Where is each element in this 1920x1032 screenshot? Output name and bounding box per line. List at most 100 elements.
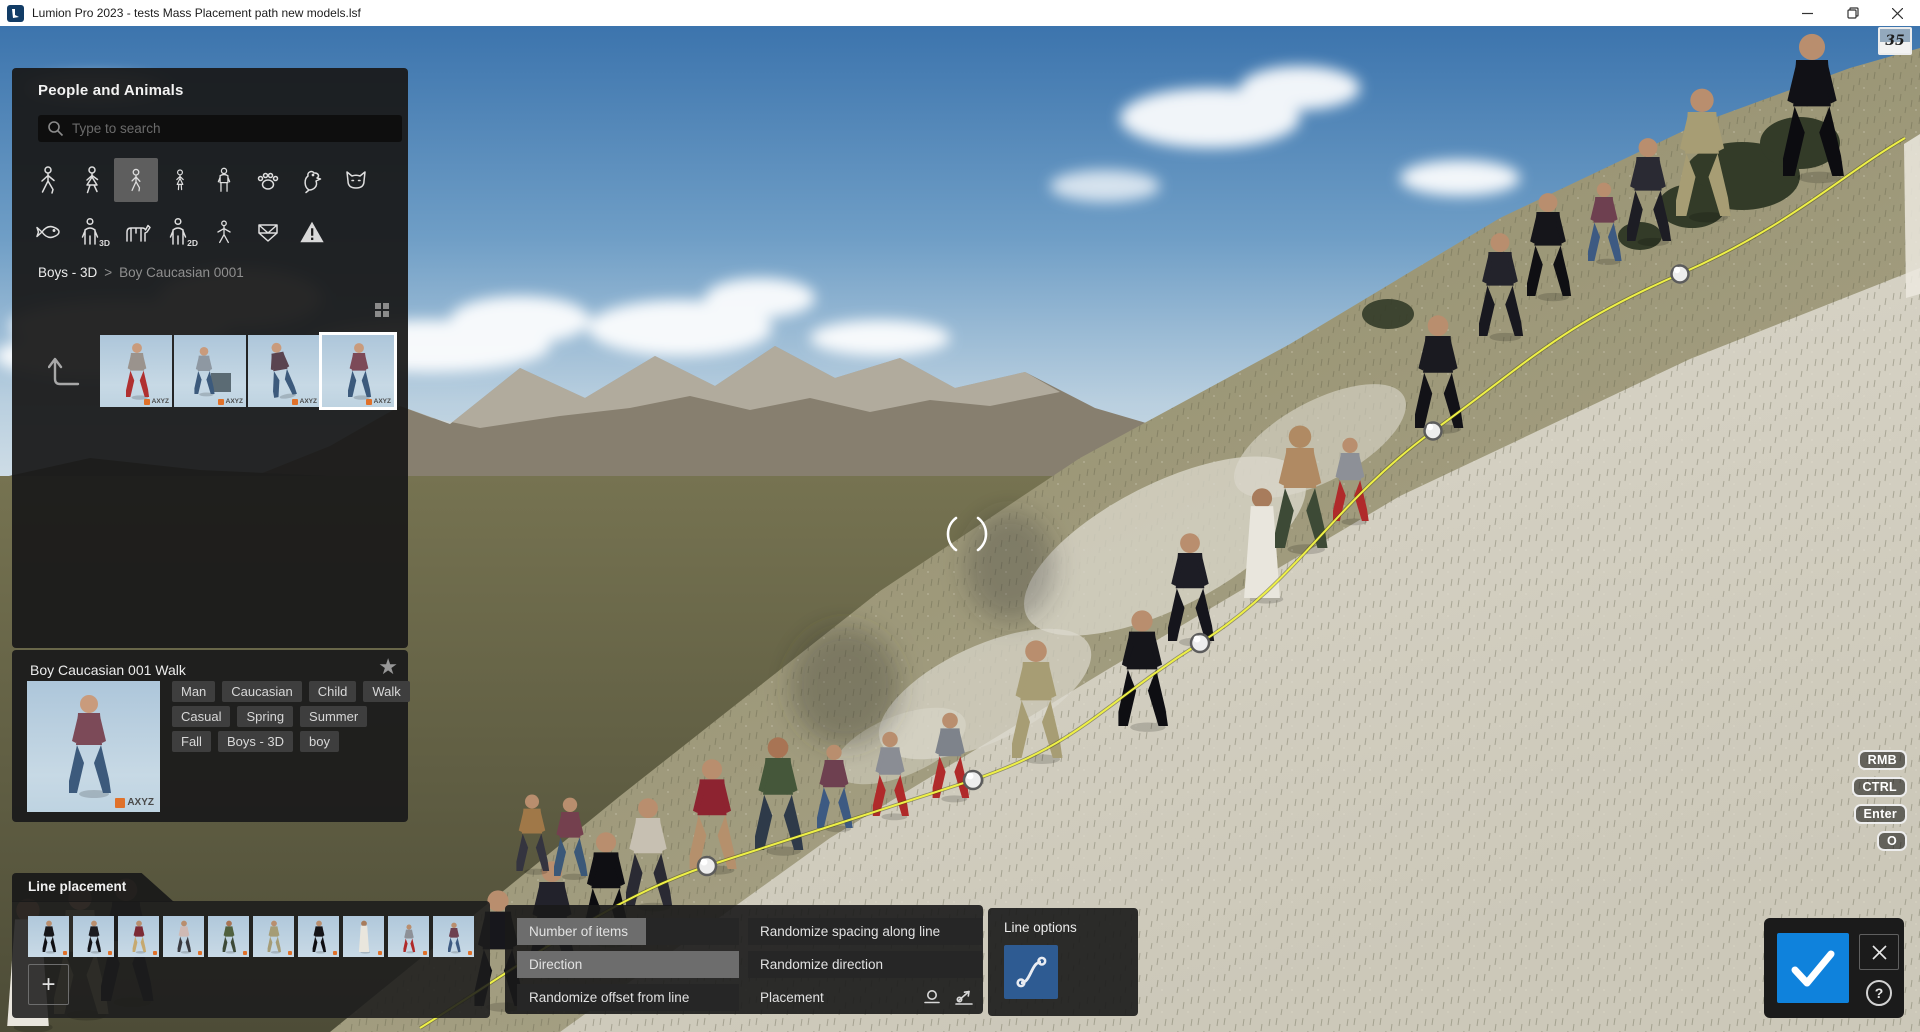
category-cat[interactable] bbox=[334, 158, 378, 202]
placement-mode-row: Placement bbox=[748, 984, 982, 1011]
strip-thumbnail-person-pink-top[interactable] bbox=[163, 916, 204, 957]
tag[interactable]: Walk bbox=[363, 681, 409, 702]
thumbnail-boy-standing[interactable]: AXYZ bbox=[100, 335, 172, 407]
thumbnail-boy-running[interactable]: AXYZ bbox=[248, 335, 320, 407]
add-model-button[interactable]: + bbox=[28, 964, 69, 1005]
path-node[interactable] bbox=[1425, 423, 1442, 440]
strip-thumbnail-man-tan-suit[interactable] bbox=[253, 916, 294, 957]
restore-button[interactable] bbox=[1830, 0, 1875, 26]
strip-thumbnail-man-black-suit[interactable] bbox=[298, 916, 339, 957]
shortcut-enter: Enter bbox=[1854, 804, 1907, 824]
strip-thumbnail-man-white-robe[interactable] bbox=[343, 916, 384, 957]
panel-title: People and Animals bbox=[38, 82, 184, 99]
axyz-watermark: AXYZ bbox=[366, 398, 391, 405]
randomize-spacing-label: Randomize spacing along line bbox=[760, 924, 940, 939]
place-on-slope-icon[interactable] bbox=[954, 988, 974, 1007]
strip-thumbnail-man-green-shorts[interactable] bbox=[208, 916, 249, 957]
axyz-watermark: AXYZ bbox=[115, 797, 154, 808]
strip-thumbnail-boy-red-pants[interactable] bbox=[388, 916, 429, 957]
path-node[interactable] bbox=[964, 771, 982, 789]
thumbnail-boy-sitting[interactable]: AXYZ bbox=[174, 335, 246, 407]
people-and-animals-panel: People and Animals bbox=[12, 68, 408, 648]
category-paw[interactable] bbox=[246, 158, 290, 202]
randomize-offset-button[interactable]: Randomize offset from line bbox=[517, 984, 739, 1011]
woman-walking-icon bbox=[77, 165, 107, 195]
item-preview: AXYZ bbox=[27, 681, 160, 812]
tag[interactable]: Caucasian bbox=[222, 681, 301, 702]
tag[interactable]: Spring bbox=[237, 706, 293, 727]
grid-view-icon[interactable] bbox=[374, 302, 390, 318]
favorite-star-icon[interactable]: ★ bbox=[378, 654, 398, 680]
tag[interactable]: Man bbox=[172, 681, 215, 702]
category-woman-walking[interactable] bbox=[70, 158, 114, 202]
shortcut-ctrl: CTRL bbox=[1852, 777, 1907, 797]
tag[interactable]: Summer bbox=[300, 706, 367, 727]
item-title: Boy Caucasian 001 Walk bbox=[30, 662, 186, 678]
path-node[interactable] bbox=[1191, 634, 1209, 652]
category-person-3d[interactable]: 3D bbox=[70, 210, 114, 254]
checkmark-icon bbox=[1787, 946, 1839, 990]
direction-label: Direction bbox=[529, 957, 582, 972]
randomize-offset-label: Randomize offset from line bbox=[529, 990, 689, 1005]
stick-figure-icon bbox=[211, 217, 237, 247]
randomize-spacing-button[interactable]: Randomize spacing along line bbox=[748, 918, 982, 945]
category-man-walking[interactable] bbox=[26, 158, 70, 202]
strip-thumbnail-woman-black-suit-walking[interactable] bbox=[73, 916, 114, 957]
man-standing-icon bbox=[211, 165, 237, 195]
cat-icon bbox=[341, 165, 371, 195]
category-bird[interactable] bbox=[290, 158, 334, 202]
breadcrumb-parent[interactable]: Boys - 3D bbox=[38, 265, 97, 280]
number-of-items-slider[interactable]: Number of items bbox=[517, 918, 739, 945]
shortcut-o: O bbox=[1877, 831, 1907, 851]
strip-thumbnail-woman-white-top[interactable] bbox=[118, 916, 159, 957]
path-node[interactable] bbox=[698, 857, 716, 875]
category-person-2d[interactable]: 2D bbox=[158, 210, 202, 254]
path-node[interactable] bbox=[1672, 266, 1689, 283]
tag[interactable]: Boys - 3D bbox=[218, 731, 293, 752]
window-title: Lumion Pro 2023 - tests Mass Placement p… bbox=[32, 6, 361, 20]
place-on-ground-icon[interactable] bbox=[922, 988, 942, 1007]
model-thumbnails: AXYZ AXYZ AXYZ AXYZ bbox=[100, 335, 395, 407]
breadcrumb-separator: > bbox=[104, 265, 112, 280]
paw-icon bbox=[253, 165, 283, 195]
tag[interactable]: boy bbox=[300, 731, 339, 752]
category-boy-walking[interactable] bbox=[114, 158, 158, 202]
tag[interactable]: Child bbox=[309, 681, 357, 702]
close-icon bbox=[1872, 945, 1887, 960]
item-info-panel: Boy Caucasian 001 Walk ★ AXYZ Man Caucas… bbox=[12, 650, 408, 822]
boy-walking-icon bbox=[123, 166, 149, 194]
tag[interactable]: Casual bbox=[172, 706, 230, 727]
category-man-standing[interactable] bbox=[202, 158, 246, 202]
search-input[interactable] bbox=[38, 115, 402, 142]
frame-counter-badge[interactable]: 35 bbox=[1878, 27, 1912, 55]
category-warning[interactable] bbox=[290, 210, 334, 254]
strip-thumbnail-boy-plum-shirt[interactable] bbox=[433, 916, 474, 957]
up-level-arrow-button[interactable] bbox=[48, 354, 80, 388]
minimize-button[interactable] bbox=[1785, 0, 1830, 26]
quadruped-icon bbox=[120, 217, 152, 247]
category-girl[interactable] bbox=[158, 158, 202, 202]
confirm-button[interactable] bbox=[1777, 933, 1849, 1003]
selected-models-strip bbox=[28, 916, 474, 957]
category-geometric-cat[interactable] bbox=[246, 210, 290, 254]
randomize-direction-button[interactable]: Randomize direction bbox=[748, 951, 982, 978]
line-placement-tab-label: Line placement bbox=[28, 879, 126, 894]
category-fish[interactable] bbox=[26, 210, 70, 254]
category-quadruped[interactable] bbox=[114, 210, 158, 254]
number-of-items-label: Number of items bbox=[529, 924, 628, 939]
badge-3d: 3D bbox=[99, 238, 110, 248]
search-box bbox=[38, 115, 402, 142]
strip-thumbnail-woman-black-suit[interactable] bbox=[28, 916, 69, 957]
direction-slider[interactable]: Direction bbox=[517, 951, 739, 978]
breadcrumb-current: Boy Caucasian 0001 bbox=[119, 265, 244, 280]
spline-line-button[interactable] bbox=[1004, 945, 1058, 999]
category-stick-figure[interactable] bbox=[202, 210, 246, 254]
close-button[interactable] bbox=[1875, 0, 1920, 26]
cancel-button[interactable] bbox=[1859, 934, 1899, 970]
axyz-watermark: AXYZ bbox=[218, 398, 243, 405]
help-button[interactable]: ? bbox=[1866, 980, 1892, 1006]
tag[interactable]: Fall bbox=[172, 731, 211, 752]
axyz-watermark: AXYZ bbox=[144, 398, 169, 405]
breadcrumb: Boys - 3D > Boy Caucasian 0001 bbox=[38, 265, 244, 280]
thumbnail-boy-walking-selected[interactable]: AXYZ bbox=[322, 335, 394, 407]
